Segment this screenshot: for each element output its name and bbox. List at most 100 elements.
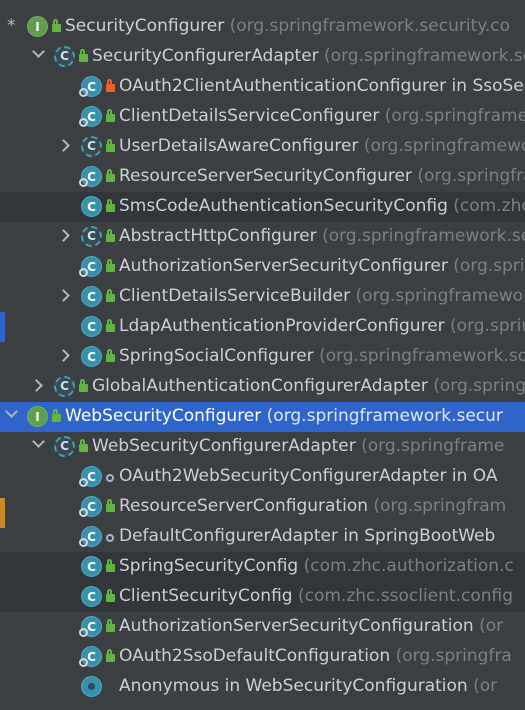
- class-name: DefaultConfigurerAdapter in SpringBootWe…: [119, 526, 495, 546]
- tree-row[interactable]: C OAuth2ClientAuthenticationConfigurer in…: [0, 72, 525, 102]
- class-icon: C: [81, 586, 102, 607]
- left-panel-edge: [0, 498, 5, 528]
- class-name-text: LdapAuthenticationProviderConfigurer: [119, 316, 445, 336]
- class-name-text: ClientDetailsServiceBuilder: [119, 286, 351, 306]
- public-lock-icon: [106, 649, 115, 662]
- package-name: (org.springframework.secur: [266, 406, 503, 426]
- class-name: UserDetailsAwareConfigurer (org.springfr…: [119, 136, 525, 156]
- class-name-text: UserDetailsAwareConfigurer: [119, 136, 359, 156]
- class-name: LdapAuthenticationProviderConfigurer (or…: [119, 316, 525, 336]
- public-lock-icon: [52, 19, 61, 32]
- public-lock-icon: [106, 319, 115, 332]
- type-hierarchy-tree[interactable]: * I SecurityConfigurer (org.springframewor…: [0, 0, 525, 710]
- class-name: WebSecurityConfigurerAdapter (org.spring…: [92, 436, 504, 456]
- class-name-text: SpringSocialConfigurer: [119, 346, 314, 366]
- tree-row[interactable]: * I SecurityConfigurer (org.springframewor…: [0, 12, 525, 42]
- class-name: SecurityConfigurerAdapter (org.springfra…: [92, 46, 525, 66]
- class-name-text: SecurityConfigurerAdapter: [92, 46, 319, 66]
- class-name: GlobalAuthenticationConfigurerAdapter (o…: [92, 376, 525, 396]
- inner-class-overlay-icon: [79, 478, 88, 487]
- tree-row[interactable]: C AuthorizationServerSecurityConfiguratio…: [0, 612, 525, 642]
- collapse-chevron-icon[interactable]: [30, 379, 43, 392]
- inner-class-overlay-icon: [79, 628, 88, 637]
- class-name-text: SmsCodeAuthenticationSecurityConfig: [119, 196, 448, 216]
- tree-row[interactable]: C UserDetailsAwareConfigurer (org.springf…: [0, 132, 525, 162]
- interface-icon: I: [27, 406, 48, 427]
- tree-row[interactable]: C SecurityConfigurerAdapter (org.springfr…: [0, 42, 525, 72]
- class-name-text: ClientSecurityConfig: [119, 586, 293, 606]
- tree-row[interactable]: C ResourceServerConfiguration (org.spring…: [0, 492, 525, 522]
- package-private-icon: [106, 534, 114, 542]
- tree-row[interactable]: C OAuth2WebSecurityConfigurerAdapter in O…: [0, 462, 525, 492]
- expand-chevron-icon[interactable]: [32, 45, 45, 58]
- class-name: Anonymous in WebSecurityConfiguration (o…: [119, 676, 497, 696]
- package-name: (org.springframework: [355, 286, 525, 306]
- expand-chevron-icon[interactable]: [32, 435, 45, 448]
- class-icon: C: [81, 196, 102, 217]
- package-name: (org.spring: [433, 376, 525, 396]
- expand-chevron-icon[interactable]: [5, 405, 18, 418]
- tree-row[interactable]: I WebSecurityConfigurer (org.springframew…: [0, 402, 525, 432]
- left-panel-edge: [0, 312, 5, 342]
- class-name: AuthorizationServerSecurityConfigurer (o…: [119, 256, 525, 276]
- tree-row[interactable]: C AuthorizationServerSecurityConfigurer (…: [0, 252, 525, 282]
- public-lock-icon: [106, 229, 115, 242]
- class-name-text: Anonymous in WebSecurityConfiguration: [119, 676, 468, 696]
- class-name: ClientDetailsServiceConfigurer (org.spri…: [119, 106, 525, 126]
- tree-row[interactable]: C SmsCodeAuthenticationSecurityConfig (co…: [0, 192, 525, 222]
- package-private-icon: [106, 474, 114, 482]
- tree-row[interactable]: C SpringSecurityConfig (com.zhc.authoriza…: [0, 552, 525, 582]
- inner-class-overlay-icon: [79, 268, 88, 277]
- tree-row[interactable]: C OAuth2SsoDefaultConfiguration (org.spri…: [0, 642, 525, 672]
- class-name: SecurityConfigurer (org.springframework.…: [65, 16, 510, 36]
- class-name-text: ResourceServerConfiguration: [119, 496, 368, 516]
- class-name: OAuth2WebSecurityConfigurerAdapter in OA: [119, 466, 497, 486]
- public-lock-icon: [79, 49, 88, 62]
- public-lock-icon: [79, 379, 88, 392]
- tree-row[interactable]: Anonymous in WebSecurityConfiguration (o…: [0, 672, 525, 702]
- inner-class-overlay-icon: [79, 508, 88, 517]
- class-name: ResourceServerSecurityConfigurer (org.sp…: [119, 166, 525, 186]
- tree-row[interactable]: C SpringSocialConfigurer (org.springframe…: [0, 342, 525, 372]
- class-name: SpringSecurityConfig (com.zhc.authorizat…: [119, 556, 514, 576]
- class-name-text: SpringSecurityConfig: [119, 556, 299, 576]
- package-name: (org.springframew: [384, 106, 525, 126]
- public-lock-icon: [106, 499, 115, 512]
- package-name: (org.sprin: [450, 316, 525, 336]
- collapse-chevron-icon[interactable]: [57, 229, 70, 242]
- class-name: AbstractHttpConfigurer (org.springframew…: [119, 226, 525, 246]
- class-name: ClientSecurityConfig (com.zhc.ssoclient.…: [119, 586, 513, 606]
- tree-row[interactable]: C ClientDetailsServiceBuilder (org.spring…: [0, 282, 525, 312]
- public-lock-icon: [106, 169, 115, 182]
- tree-row[interactable]: C WebSecurityConfigurerAdapter (org.sprin…: [0, 432, 525, 462]
- class-name: OAuth2ClientAuthenticationConfigurer in …: [119, 76, 525, 96]
- abstract-class-icon: C: [54, 436, 75, 457]
- class-name-text: AuthorizationServerSecurityConfiguration: [119, 616, 474, 636]
- private-lock-icon: [106, 79, 115, 92]
- class-name-text: OAuth2SsoDefaultConfiguration: [119, 646, 391, 666]
- inner-class-overlay-icon: [79, 658, 88, 667]
- tree-row[interactable]: C LdapAuthenticationProviderConfigurer (o…: [0, 312, 525, 342]
- inner-class-overlay-icon: [79, 88, 88, 97]
- tree-row[interactable]: C ClientDetailsServiceConfigurer (org.spr…: [0, 102, 525, 132]
- abstract-class-icon: C: [81, 136, 102, 157]
- tree-row[interactable]: C DefaultConfigurerAdapter in SpringBootW…: [0, 522, 525, 552]
- inner-class-overlay-icon: [79, 178, 88, 187]
- class-name-text: DefaultConfigurerAdapter in SpringBootWe…: [119, 526, 496, 546]
- public-lock-icon: [106, 289, 115, 302]
- public-lock-icon: [106, 619, 115, 632]
- class-name: AuthorizationServerSecurityConfiguration…: [119, 616, 503, 636]
- collapse-chevron-icon[interactable]: [57, 289, 70, 302]
- collapse-chevron-icon[interactable]: [57, 139, 70, 152]
- tree-row[interactable]: C ResourceServerSecurityConfigurer (org.s…: [0, 162, 525, 192]
- tree-row[interactable]: C AbstractHttpConfigurer (org.springframe…: [0, 222, 525, 252]
- class-name-text: OAuth2WebSecurityConfigurerAdapter in OA: [119, 466, 498, 486]
- tree-row[interactable]: C ClientSecurityConfig (com.zhc.ssoclient…: [0, 582, 525, 612]
- collapse-chevron-icon[interactable]: [57, 349, 70, 362]
- public-lock-icon: [106, 589, 115, 602]
- package-name: (org.springfram: [373, 496, 507, 516]
- tree-row[interactable]: C GlobalAuthenticationConfigurerAdapter (…: [0, 372, 525, 402]
- class-name: OAuth2SsoDefaultConfiguration (org.sprin…: [119, 646, 512, 666]
- class-name-text: OAuth2ClientAuthenticationConfigurer in …: [119, 76, 525, 96]
- class-name-text: AbstractHttpConfigurer: [119, 226, 317, 246]
